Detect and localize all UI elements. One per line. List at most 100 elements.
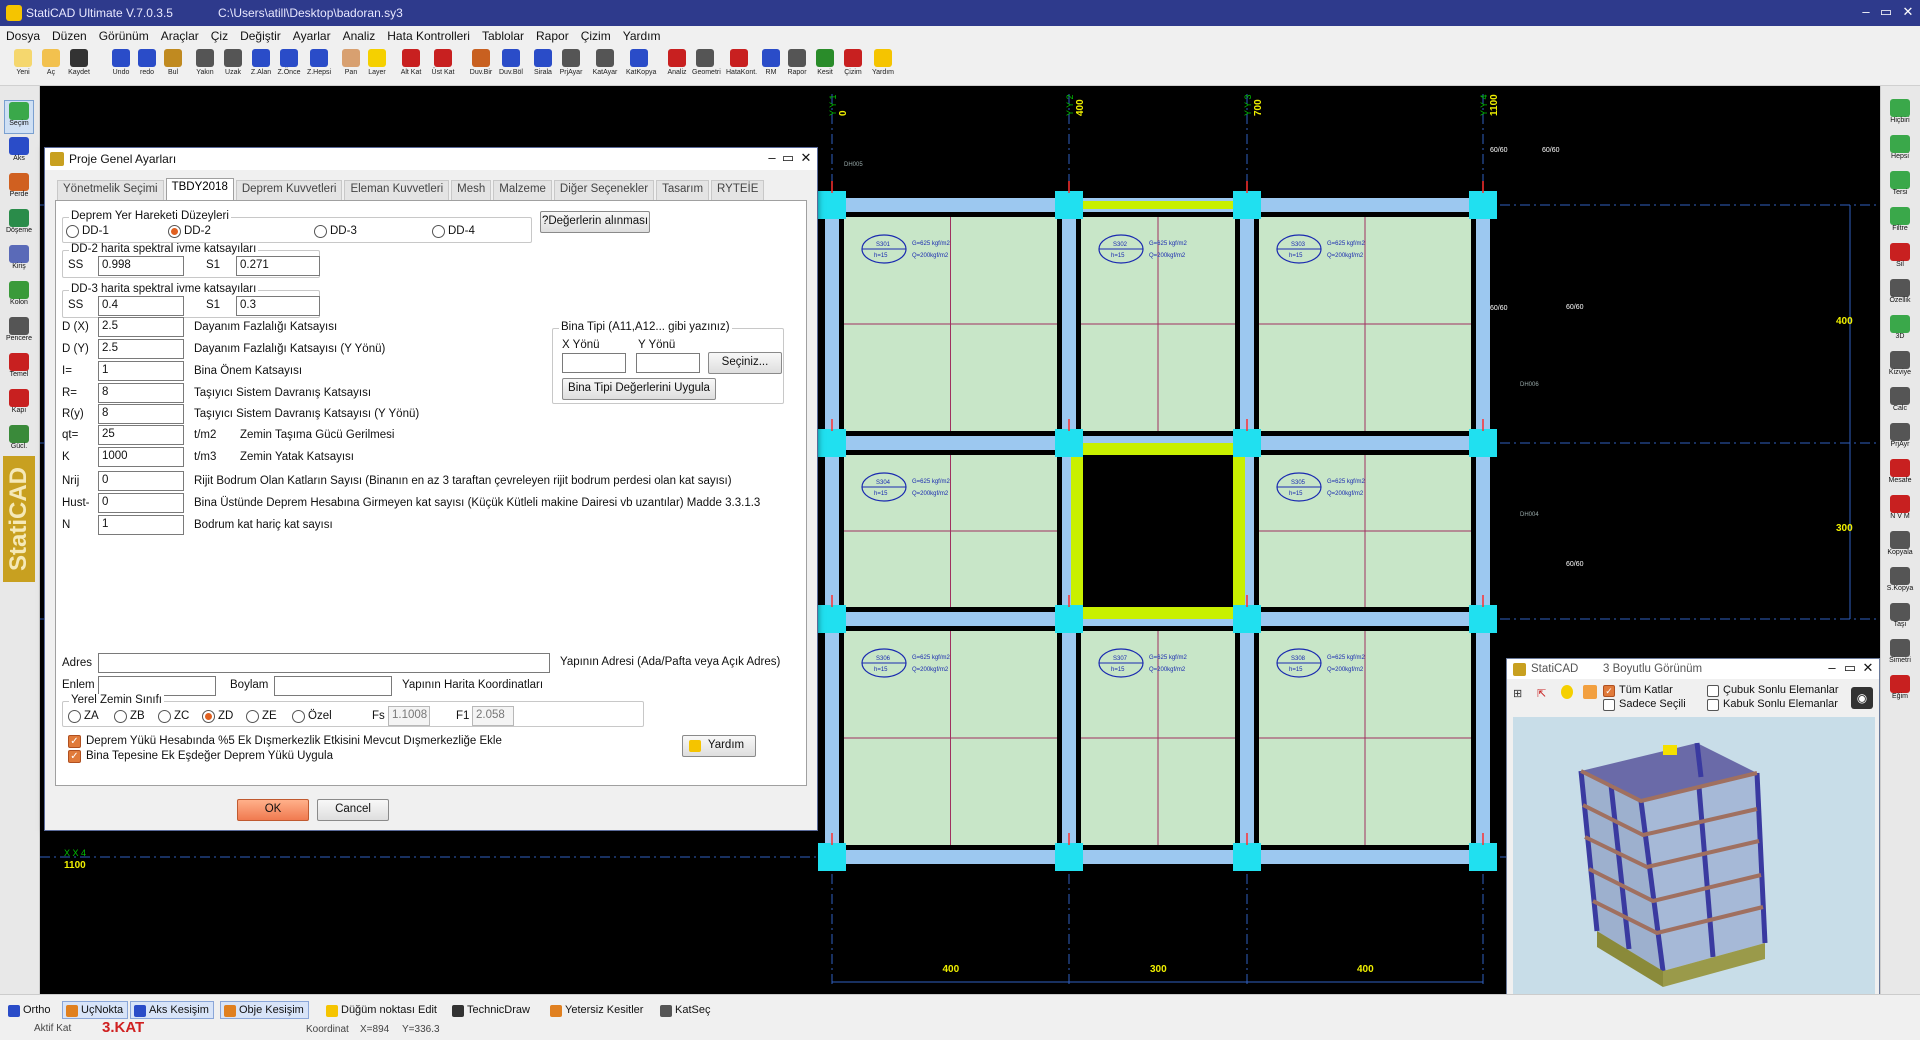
right-tool-8[interactable]: Calc: [1885, 386, 1915, 420]
tab-5[interactable]: Malzeme: [493, 180, 552, 200]
right-tool-13[interactable]: S.Kopya: [1885, 566, 1915, 600]
menu-item[interactable]: Analiz: [337, 26, 382, 46]
left-tool-6[interactable]: Pencere: [4, 316, 34, 350]
help-button[interactable]: Yardım: [682, 735, 756, 757]
left-tool-7[interactable]: Temel: [4, 352, 34, 386]
menu-item[interactable]: Hata Kontrolleri: [381, 26, 476, 46]
status-toggle-1[interactable]: UçNokta: [62, 1001, 129, 1019]
view-3d-axis-icon[interactable]: ⇱: [1537, 687, 1546, 700]
toolbar-button-21[interactable]: Analiz: [664, 49, 690, 85]
toolbar-button-16[interactable]: Duv.Böl: [498, 49, 524, 85]
soil-radio-4[interactable]: [246, 710, 259, 723]
right-tool-12[interactable]: Kopyala: [1885, 530, 1915, 564]
tab-7[interactable]: Tasarım: [656, 180, 710, 200]
tab-6[interactable]: Diğer Seçenekler: [553, 180, 655, 200]
tab-1[interactable]: TBDY2018: [165, 178, 234, 200]
view-3d-maximize-icon[interactable]: ▭: [1841, 660, 1859, 676]
toolbar-button-15[interactable]: Duv.Bir: [468, 49, 494, 85]
view-3d-minimize-icon[interactable]: –: [1823, 660, 1841, 675]
dd-radio-0[interactable]: [66, 225, 79, 238]
right-tool-16[interactable]: Eğim: [1885, 674, 1915, 708]
right-tool-0[interactable]: Hiçbiri: [1885, 98, 1915, 132]
dd3-ss-input[interactable]: 0.4: [98, 296, 184, 316]
fs-input[interactable]: 1.1008: [388, 706, 430, 726]
eccentricity-checkbox[interactable]: ✓: [68, 735, 81, 748]
tab-0[interactable]: Yönetmelik Seçimi: [57, 180, 164, 200]
status-toggle-4[interactable]: Düğüm noktası Edit: [322, 1001, 442, 1019]
menu-item[interactable]: Yardım: [617, 26, 667, 46]
top-load-checkbox[interactable]: ✓: [68, 750, 81, 763]
left-tool-8[interactable]: Kapı: [4, 388, 34, 422]
toolbar-button-11[interactable]: Pan: [338, 49, 364, 85]
soil-radio-3[interactable]: [202, 710, 215, 723]
shell-elements-checkbox[interactable]: [1707, 699, 1719, 711]
view-3d-paint-icon[interactable]: [1583, 685, 1597, 699]
toolbar-button-23[interactable]: HataKont.: [726, 49, 757, 85]
f1-input[interactable]: 2.058: [472, 706, 514, 726]
dd2-s1-input[interactable]: 0.271: [236, 256, 320, 276]
menu-item[interactable]: Değiştir: [234, 26, 287, 46]
view-3d-tool-icon[interactable]: ⊞: [1513, 687, 1522, 700]
minimize-icon[interactable]: –: [1856, 4, 1876, 19]
right-tool-4[interactable]: Sil: [1885, 242, 1915, 276]
close-icon[interactable]: ✕: [1898, 4, 1918, 20]
right-tool-5[interactable]: Özellik: [1885, 278, 1915, 312]
toolbar-button-28[interactable]: Yardım: [870, 49, 896, 85]
right-tool-7[interactable]: Kizviye: [1885, 350, 1915, 384]
right-tool-11[interactable]: N V M: [1885, 494, 1915, 528]
building-3d-model[interactable]: [1513, 717, 1875, 995]
left-tool-9[interactable]: Gücl.: [4, 424, 34, 458]
param-input[interactable]: 0: [98, 493, 184, 513]
status-toggle-3[interactable]: Obje Kesişim: [220, 1001, 309, 1019]
menu-item[interactable]: Çizim: [575, 26, 617, 46]
dialog-close-icon[interactable]: ✕: [797, 150, 815, 166]
right-tool-3[interactable]: Filtre: [1885, 206, 1915, 240]
get-values-button[interactable]: ?Değerlerin alınması: [540, 211, 650, 233]
bar-elements-checkbox[interactable]: [1707, 685, 1719, 697]
toolbar-button-19[interactable]: KatAyar: [592, 49, 618, 85]
left-tool-1[interactable]: Aks: [4, 136, 34, 170]
left-tool-4[interactable]: Kiriş: [4, 244, 34, 278]
param-input[interactable]: 1: [98, 515, 184, 535]
toolbar-button-4[interactable]: redo: [134, 49, 160, 85]
toolbar-button-17[interactable]: Sirala: [530, 49, 556, 85]
toolbar-button-8[interactable]: Z.Alan: [248, 49, 274, 85]
status-toggle-0[interactable]: Ortho: [4, 1001, 56, 1019]
maximize-icon[interactable]: ▭: [1876, 4, 1896, 20]
soil-radio-0[interactable]: [68, 710, 81, 723]
select-building-type-button[interactable]: Seçiniz...: [708, 352, 782, 374]
building-type-y-input[interactable]: [636, 353, 700, 373]
left-tool-3[interactable]: Döşeme: [4, 208, 34, 242]
ok-button[interactable]: OK: [237, 799, 309, 821]
toolbar-button-20[interactable]: KatKopya: [626, 49, 656, 85]
left-tool-0[interactable]: Seçim: [4, 100, 34, 134]
param-input[interactable]: 1: [98, 361, 184, 381]
tab-2[interactable]: Deprem Kuvvetleri: [235, 180, 343, 200]
right-tool-9[interactable]: PrjAyr: [1885, 422, 1915, 456]
toolbar-button-5[interactable]: Bul: [160, 49, 186, 85]
dd-radio-3[interactable]: [432, 225, 445, 238]
status-toggle-5[interactable]: TechnicDraw: [448, 1001, 535, 1019]
toolbar-button-18[interactable]: PrjAyar: [558, 49, 584, 85]
tab-8[interactable]: RYTEİE: [711, 180, 765, 200]
dd-radio-2[interactable]: [314, 225, 327, 238]
toolbar-button-13[interactable]: Alt Kat: [398, 49, 424, 85]
menu-item[interactable]: Görünüm: [93, 26, 155, 46]
toolbar-button-22[interactable]: Geometri: [692, 49, 721, 85]
toolbar-button-10[interactable]: Z.Hepsi: [306, 49, 332, 85]
right-tool-15[interactable]: Simetri: [1885, 638, 1915, 672]
toolbar-button-1[interactable]: Aç: [38, 49, 64, 85]
toolbar-button-26[interactable]: Kesit: [812, 49, 838, 85]
param-input[interactable]: 2.5: [98, 339, 184, 359]
tab-3[interactable]: Eleman Kuvvetleri: [344, 180, 450, 200]
building-type-x-input[interactable]: [562, 353, 626, 373]
tab-4[interactable]: Mesh: [451, 180, 492, 200]
dialog-maximize-icon[interactable]: ▭: [779, 150, 797, 166]
longitude-input[interactable]: [274, 676, 392, 696]
right-tool-6[interactable]: 3D: [1885, 314, 1915, 348]
right-tool-14[interactable]: Taşı: [1885, 602, 1915, 636]
menu-item[interactable]: Dosya: [0, 26, 46, 46]
menu-item[interactable]: Rapor: [530, 26, 575, 46]
toolbar-button-0[interactable]: Yeni: [10, 49, 36, 85]
all-floors-checkbox[interactable]: ✓: [1603, 685, 1615, 697]
